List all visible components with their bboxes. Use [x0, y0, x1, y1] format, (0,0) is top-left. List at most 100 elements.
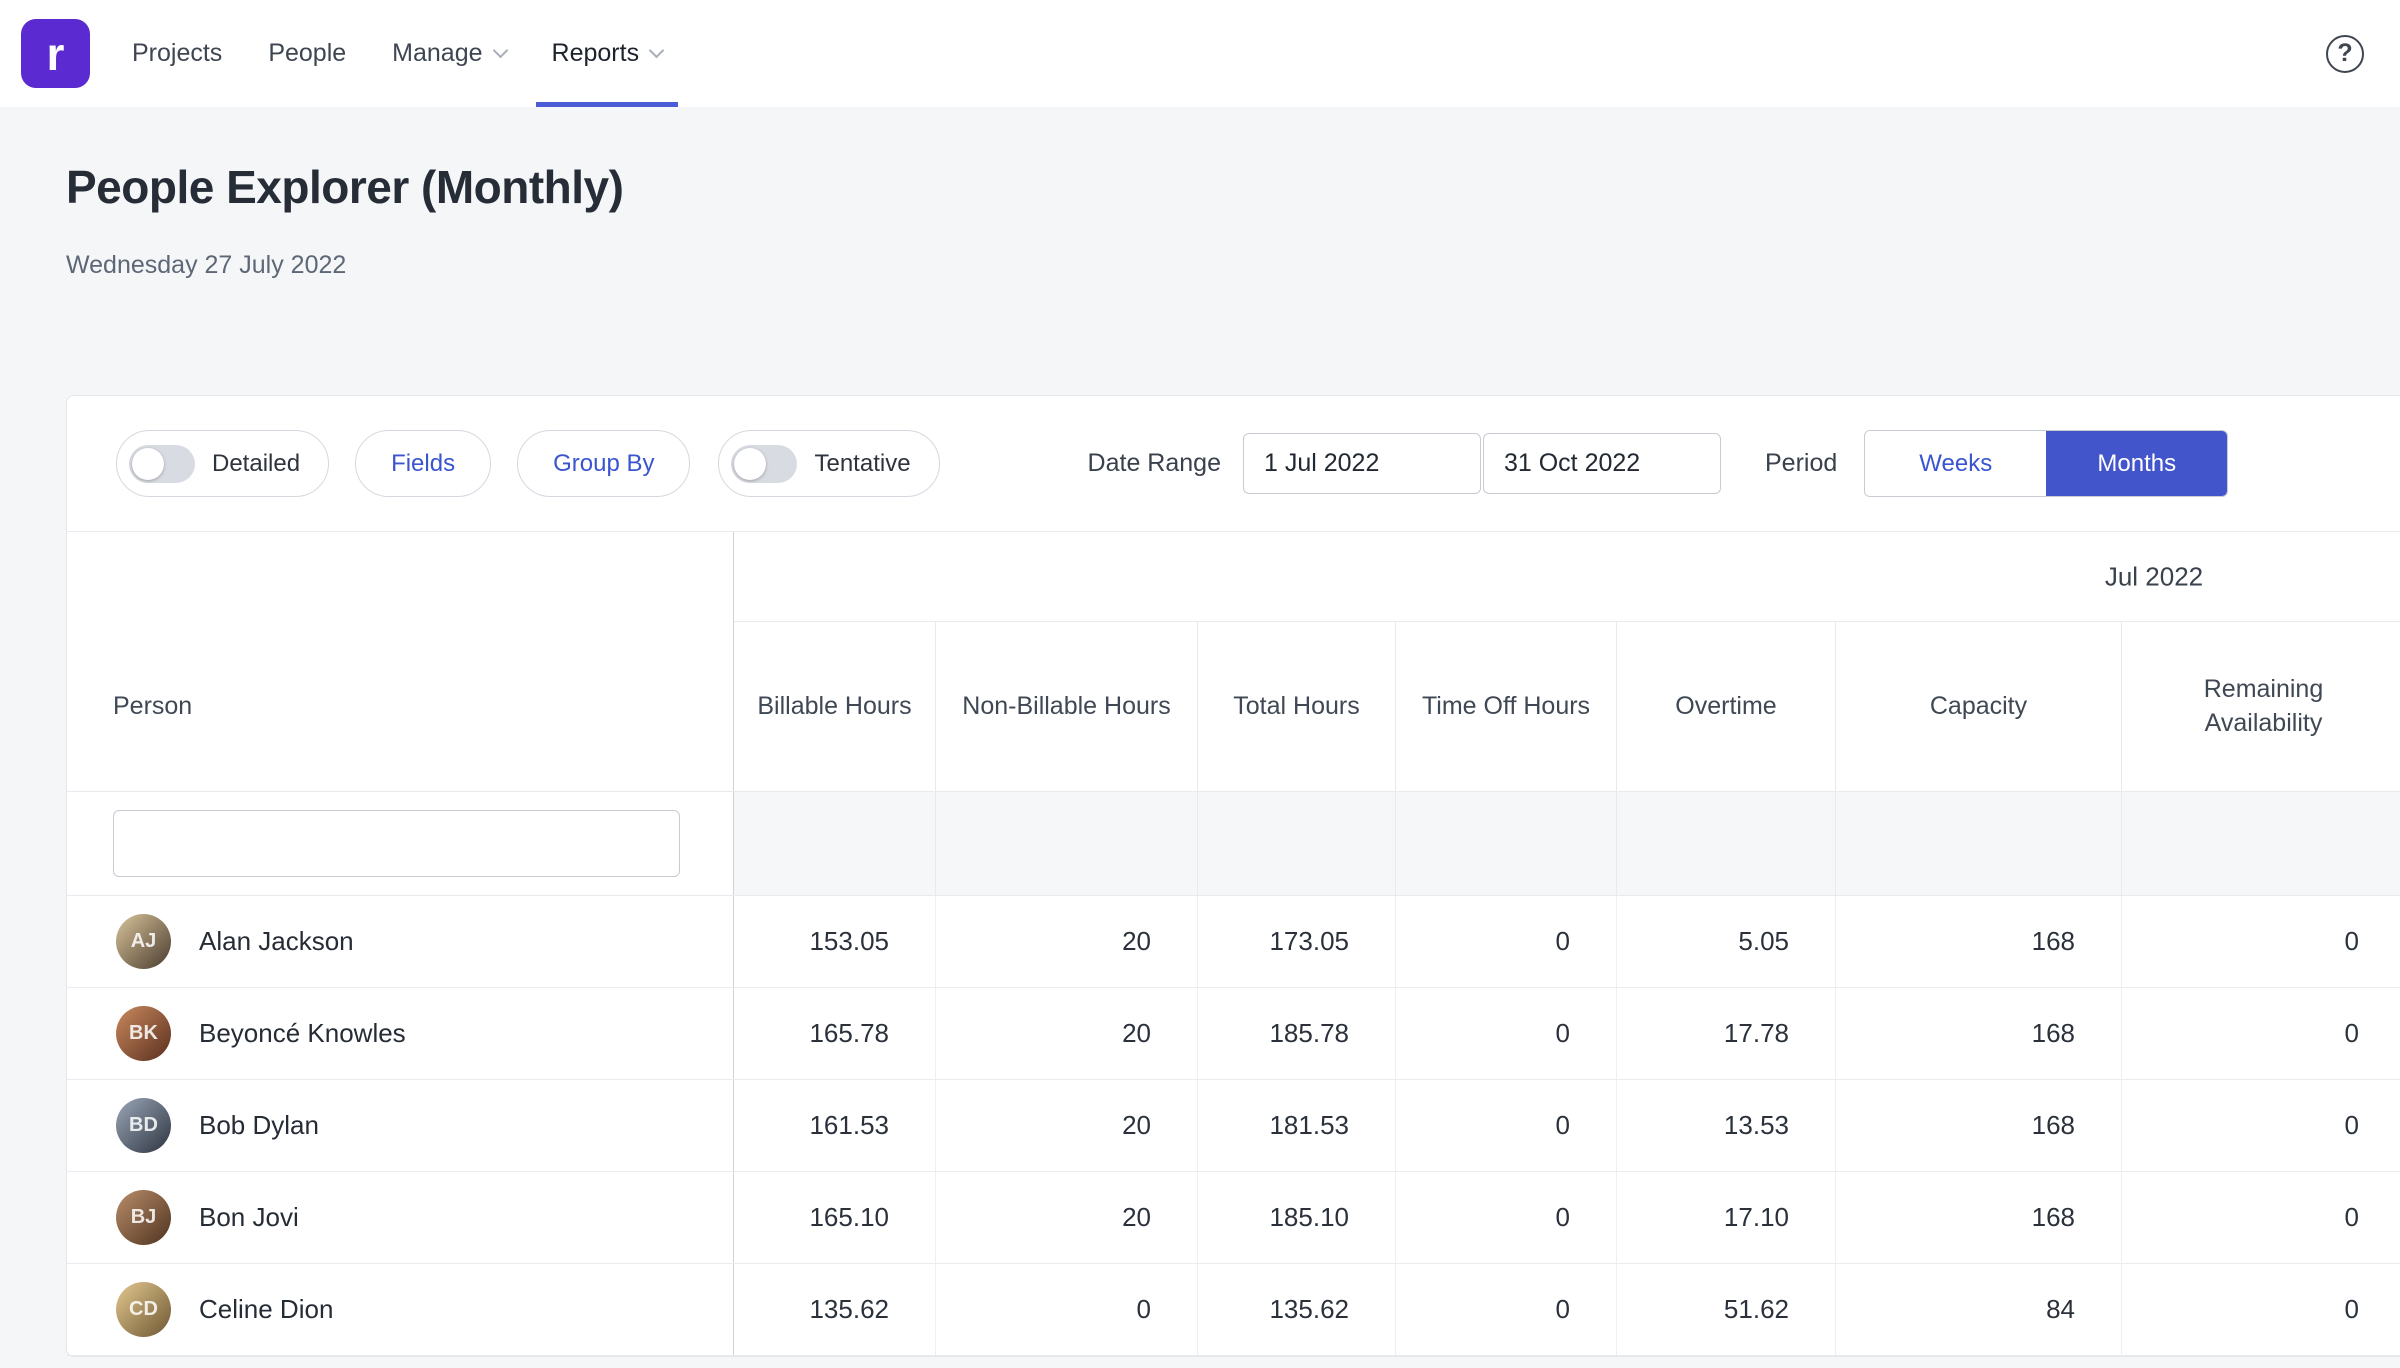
person-name: Alan Jackson [199, 926, 354, 957]
value-cell: 185.10 [1197, 1172, 1395, 1263]
filter-cell [1616, 792, 1835, 895]
column-header: Non-Billable Hours [935, 622, 1197, 791]
nav-item-reports[interactable]: Reports [552, 0, 663, 107]
help-icon[interactable]: ? [2326, 35, 2364, 73]
fields-button[interactable]: Fields [355, 430, 491, 497]
column-header: Overtime [1616, 622, 1835, 791]
value-cell: 0 [1395, 1264, 1616, 1355]
month-header-row: Jul 2022 [734, 532, 2400, 622]
help-icon-glyph: ? [2337, 39, 2352, 68]
person-cell[interactable]: BK Beyoncé Knowles [67, 988, 734, 1079]
avatar: AJ [116, 914, 171, 969]
filter-cell [1395, 792, 1616, 895]
table-row: AJAlan Jackson153.0520173.0505.051680 [67, 896, 2400, 988]
nav-item-label: Projects [132, 39, 222, 68]
nav-item-label: Manage [392, 39, 482, 68]
value-cell: 13.53 [1616, 1080, 1835, 1171]
toggle-knob [132, 448, 164, 480]
date-to-input[interactable] [1483, 433, 1721, 494]
person-name: Bob Dylan [199, 1110, 319, 1141]
column-header: Total Hours [1197, 622, 1395, 791]
report-toolbar: Detailed Fields Group By Tentative Date … [67, 396, 2400, 532]
person-column-header: Person [67, 532, 734, 791]
nav-items: Projects People Manage Reports [132, 0, 662, 107]
report-card: Detailed Fields Group By Tentative Date … [66, 395, 2400, 1357]
value-cell: 20 [935, 1080, 1197, 1171]
value-cell: 20 [935, 896, 1197, 987]
chevron-down-icon [649, 42, 665, 58]
person-cell[interactable]: CD Celine Dion [67, 1264, 734, 1355]
page-main: People Explorer (Monthly) Wednesday 27 J… [0, 160, 2400, 1357]
filter-cell [1835, 792, 2121, 895]
avatar: BJ [116, 1190, 171, 1245]
people-table: Person Jul 2022 Billable HoursNon-Billab… [67, 532, 2400, 1356]
column-header: Time Off Hours [1395, 622, 1616, 791]
value-cell: 135.62 [1197, 1264, 1395, 1355]
nav-item-people[interactable]: People [268, 0, 346, 107]
table-row: CDCeline Dion135.620135.62051.62840 [67, 1264, 2400, 1356]
value-cell: 17.78 [1616, 988, 1835, 1079]
detailed-toggle[interactable]: Detailed [116, 430, 329, 497]
column-header: Capacity [1835, 622, 2121, 791]
value-cell: 165.78 [734, 988, 935, 1079]
filter-cells [734, 792, 2400, 895]
period-segmented-control: Weeks Months [1864, 430, 2228, 497]
detailed-toggle-track [129, 445, 195, 483]
value-cell: 165.10 [734, 1172, 935, 1263]
person-name: Bon Jovi [199, 1202, 299, 1233]
value-cell: 168 [1835, 1172, 2121, 1263]
filter-cell [734, 792, 935, 895]
detailed-toggle-label: Detailed [212, 450, 300, 478]
person-filter-input[interactable] [113, 810, 680, 877]
column-header: Remaining Availability [2121, 622, 2400, 791]
period-weeks-button[interactable]: Weeks [1865, 431, 2046, 496]
value-cell: 181.53 [1197, 1080, 1395, 1171]
table-row: BKBeyoncé Knowles165.7820185.78017.78168… [67, 988, 2400, 1080]
avatar: CD [116, 1282, 171, 1337]
toggle-knob [734, 448, 766, 480]
app-logo[interactable]: r [21, 19, 90, 88]
avatar: BK [116, 1006, 171, 1061]
person-cell[interactable]: BJ Bon Jovi [67, 1172, 734, 1263]
value-cell: 20 [935, 1172, 1197, 1263]
table-row: BDBob Dylan161.5320181.53013.531680 [67, 1080, 2400, 1172]
person-name: Beyoncé Knowles [199, 1018, 406, 1049]
value-cell: 0 [2121, 1080, 2400, 1171]
value-cell: 185.78 [1197, 988, 1395, 1079]
person-column-header-label: Person [113, 692, 192, 721]
nav-item-label: Reports [552, 39, 640, 68]
column-header: Billable Hours [734, 622, 935, 791]
value-cell: 0 [1395, 1172, 1616, 1263]
value-cell: 153.05 [734, 896, 935, 987]
period-label: Period [1765, 449, 1837, 478]
tentative-toggle[interactable]: Tentative [718, 430, 939, 497]
value-cell: 0 [935, 1264, 1197, 1355]
value-cell: 168 [1835, 896, 2121, 987]
person-cell[interactable]: BDBob Dylan [67, 1080, 734, 1171]
person-cell[interactable]: AJ Alan Jackson [67, 896, 734, 987]
value-cell: 173.05 [1197, 896, 1395, 987]
nav-item-label: People [268, 39, 346, 68]
value-cell: 0 [1395, 896, 1616, 987]
nav-item-projects[interactable]: Projects [132, 0, 222, 107]
month-column-group: Jul 2022 Billable HoursNon-Billable Hour… [734, 532, 2400, 791]
page-title: People Explorer (Monthly) [66, 160, 2400, 214]
value-cell: 161.53 [734, 1080, 935, 1171]
table-row: BJBon Jovi165.1020185.10017.101680 [67, 1172, 2400, 1264]
filter-cell [1197, 792, 1395, 895]
period-months-button[interactable]: Months [2046, 431, 2227, 496]
person-name: Celine Dion [199, 1294, 333, 1325]
value-cell: 5.05 [1616, 896, 1835, 987]
value-cell: 0 [1395, 988, 1616, 1079]
person-filter-cell [67, 792, 734, 895]
date-from-input[interactable] [1243, 433, 1481, 494]
tentative-toggle-track [731, 445, 797, 483]
value-cell: 20 [935, 988, 1197, 1079]
chevron-down-icon [492, 42, 508, 58]
table-header: Person Jul 2022 Billable HoursNon-Billab… [67, 532, 2400, 792]
group-by-button[interactable]: Group By [517, 430, 690, 497]
value-cell: 135.62 [734, 1264, 935, 1355]
value-cell: 17.10 [1616, 1172, 1835, 1263]
nav-item-manage[interactable]: Manage [392, 0, 505, 107]
page-date: Wednesday 27 July 2022 [66, 250, 2400, 281]
